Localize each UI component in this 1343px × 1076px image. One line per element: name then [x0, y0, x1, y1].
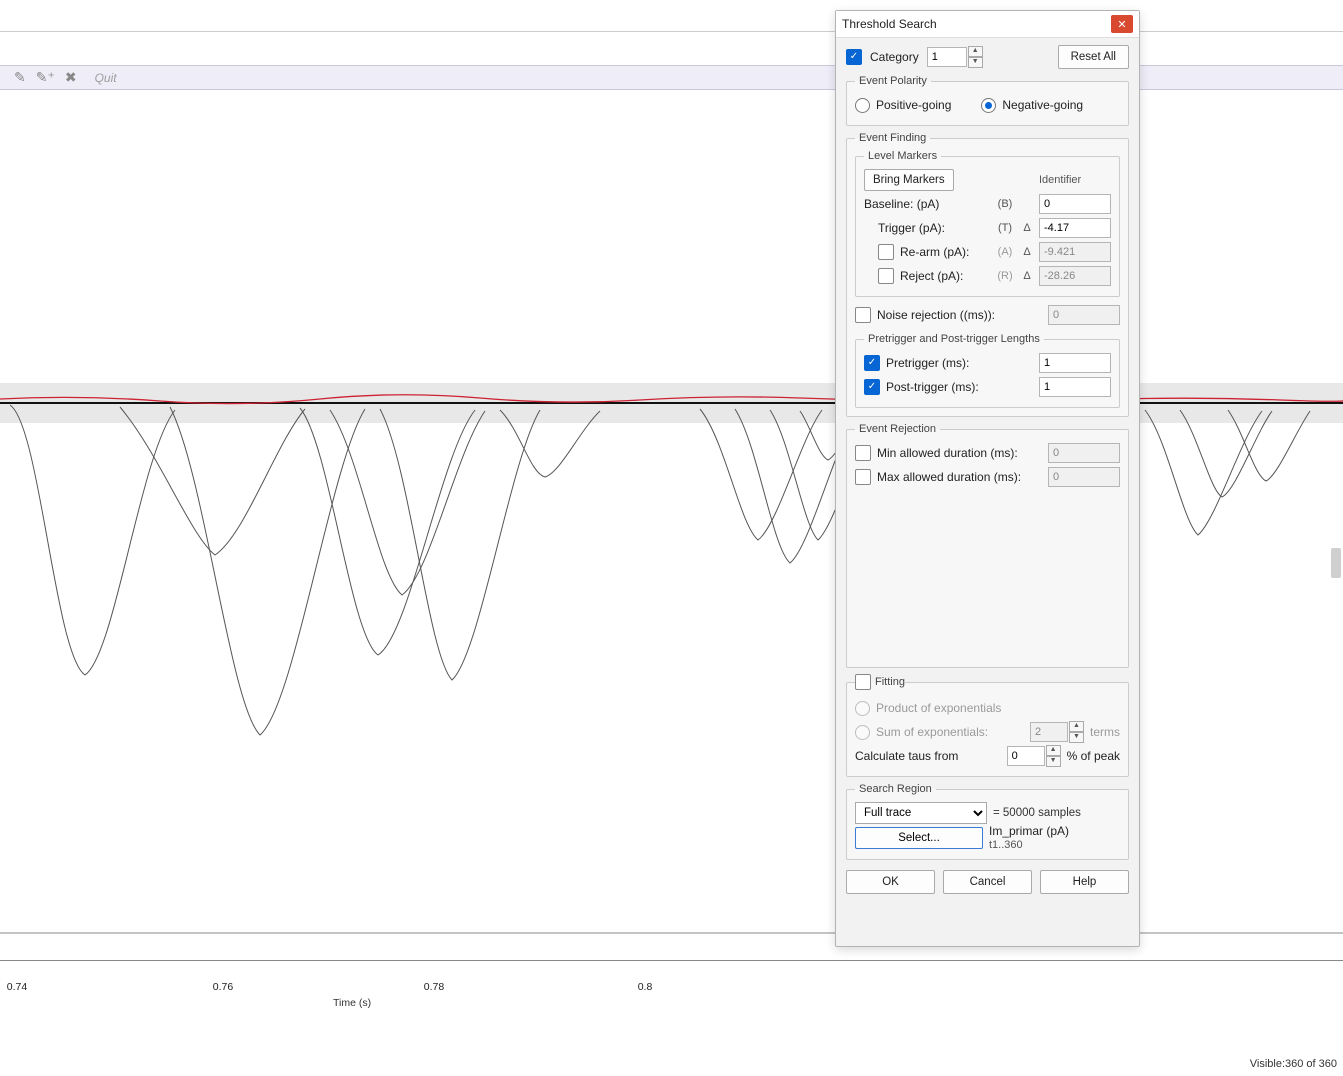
level-markers-legend: Level Markers	[864, 150, 941, 162]
pencil-x-icon[interactable]: ✖	[65, 69, 77, 86]
plot-area[interactable]	[0, 95, 1343, 955]
dialog-title: Threshold Search	[842, 17, 937, 31]
event-polarity-group: Event Polarity Positive-going Negative-g…	[846, 75, 1129, 126]
pretrigger-checkbox[interactable]	[864, 355, 880, 371]
cancel-button[interactable]: Cancel	[943, 870, 1032, 894]
category-label: Category	[870, 50, 919, 64]
trigger-id: (T)	[995, 222, 1015, 234]
delta-icon: Δ	[1021, 246, 1033, 258]
taus-input[interactable]	[1007, 746, 1045, 766]
sum-exp-radio	[855, 725, 870, 740]
sum-terms-input	[1030, 722, 1068, 742]
fitting-label: Fitting	[875, 676, 905, 688]
identifier-label: Identifier	[1039, 174, 1111, 186]
dialog-titlebar[interactable]: Threshold Search ✕	[836, 11, 1139, 38]
quit-button[interactable]: Quit	[95, 71, 117, 85]
status-bar: Visible:360 of 360	[1250, 1058, 1337, 1070]
x-tick: 0.78	[424, 981, 444, 993]
pretrigger-label: Pretrigger (ms):	[886, 356, 1033, 370]
event-rejection-legend: Event Rejection	[855, 423, 940, 435]
taus-label: Calculate taus from	[855, 749, 1001, 763]
scrollbar-thumb[interactable]	[1331, 548, 1341, 578]
max-duration-input	[1048, 467, 1120, 487]
stepper-down-icon: ▼	[1069, 732, 1084, 743]
reject-label: Reject (pA):	[900, 269, 989, 283]
ok-button[interactable]: OK	[846, 870, 935, 894]
max-duration-label: Max allowed duration (ms):	[877, 470, 1042, 484]
min-duration-label: Min allowed duration (ms):	[877, 446, 1042, 460]
search-region-group: Search Region Full trace = 50000 samples…	[846, 783, 1129, 860]
reject-input	[1039, 266, 1111, 286]
baseline-input[interactable]	[1039, 194, 1111, 214]
stepper-up-icon: ▲	[1069, 721, 1084, 732]
help-button[interactable]: Help	[1040, 870, 1129, 894]
delta-icon: Δ	[1021, 222, 1033, 234]
signal-range: t1..360	[989, 839, 1069, 852]
pencil-icon[interactable]: ✎	[14, 69, 26, 86]
threshold-search-dialog: Threshold Search ✕ Category ▲▼ Reset All…	[835, 10, 1140, 947]
x-axis: 0.74 0.76 0.78 0.8 Time (s)	[0, 955, 1343, 1003]
noise-rejection-label: Noise rejection ((ms)):	[877, 308, 1042, 322]
positive-going-radio[interactable]	[855, 98, 870, 113]
select-signal-button[interactable]: Select...	[855, 827, 983, 849]
reject-id: (R)	[995, 270, 1015, 282]
event-rejection-group: Event Rejection Min allowed duration (ms…	[846, 423, 1129, 668]
reset-all-button[interactable]: Reset All	[1058, 45, 1129, 69]
negative-going-radio[interactable]	[981, 98, 996, 113]
positive-going-label: Positive-going	[876, 98, 951, 112]
search-region-select[interactable]: Full trace	[855, 802, 987, 824]
stepper-down-icon[interactable]: ▼	[1046, 756, 1061, 767]
max-duration-checkbox[interactable]	[855, 469, 871, 485]
toolbar: ✎ ✎⁺ ✖ Quit	[0, 65, 1343, 90]
trigger-label: Trigger (pA):	[878, 221, 989, 235]
posttrigger-label: Post-trigger (ms):	[886, 380, 1033, 394]
pencil-plus-icon[interactable]: ✎⁺	[36, 69, 55, 86]
stepper-up-icon[interactable]: ▲	[1046, 745, 1061, 756]
sum-exp-label: Sum of exponentials:	[876, 725, 1024, 739]
taus-suffix: % of peak	[1067, 749, 1120, 763]
category-checkbox[interactable]	[846, 49, 862, 65]
event-polarity-legend: Event Polarity	[855, 75, 931, 87]
trigger-lengths-group: Pretrigger and Post-trigger Lengths Pret…	[855, 333, 1120, 408]
fitting-group: Fitting Product of exponentials Sum of e…	[846, 674, 1129, 777]
reject-checkbox[interactable]	[878, 268, 894, 284]
trigger-input[interactable]	[1039, 218, 1111, 238]
rearm-input	[1039, 242, 1111, 262]
samples-label: = 50000 samples	[993, 807, 1081, 819]
min-duration-checkbox[interactable]	[855, 445, 871, 461]
fitting-checkbox[interactable]	[855, 674, 871, 690]
search-region-legend: Search Region	[855, 783, 936, 795]
delta-icon: Δ	[1021, 270, 1033, 282]
noise-rejection-input	[1048, 305, 1120, 325]
x-tick: 0.76	[213, 981, 233, 993]
x-tick: 0.74	[7, 981, 27, 993]
category-input[interactable]	[927, 47, 967, 67]
terms-label: terms	[1090, 725, 1120, 739]
posttrigger-input[interactable]	[1039, 377, 1111, 397]
posttrigger-checkbox[interactable]	[864, 379, 880, 395]
stepper-down-icon[interactable]: ▼	[968, 57, 983, 68]
x-tick: 0.8	[638, 981, 653, 993]
level-markers-group: Level Markers Bring Markers Identifier B…	[855, 150, 1120, 297]
negative-going-label: Negative-going	[1002, 98, 1083, 112]
bring-markers-button[interactable]: Bring Markers	[864, 169, 954, 191]
window-top-strip	[0, 0, 1343, 32]
signal-name: Im_primar (pA)	[989, 825, 1069, 839]
rearm-id: (A)	[995, 246, 1015, 258]
baseline-id: (B)	[995, 198, 1015, 210]
noise-rejection-checkbox[interactable]	[855, 307, 871, 323]
product-exp-label: Product of exponentials	[876, 701, 1001, 715]
product-exp-radio	[855, 701, 870, 716]
x-axis-label: Time (s)	[333, 997, 371, 1009]
event-finding-legend: Event Finding	[855, 132, 930, 144]
event-finding-group: Event Finding Level Markers Bring Marker…	[846, 132, 1129, 417]
pretrigger-input[interactable]	[1039, 353, 1111, 373]
baseline-label: Baseline: (pA)	[864, 197, 989, 211]
rearm-label: Re-arm (pA):	[900, 245, 989, 259]
min-duration-input	[1048, 443, 1120, 463]
close-icon[interactable]: ✕	[1111, 15, 1133, 33]
rearm-checkbox[interactable]	[878, 244, 894, 260]
stepper-up-icon[interactable]: ▲	[968, 46, 983, 57]
trigger-lengths-legend: Pretrigger and Post-trigger Lengths	[864, 333, 1044, 345]
